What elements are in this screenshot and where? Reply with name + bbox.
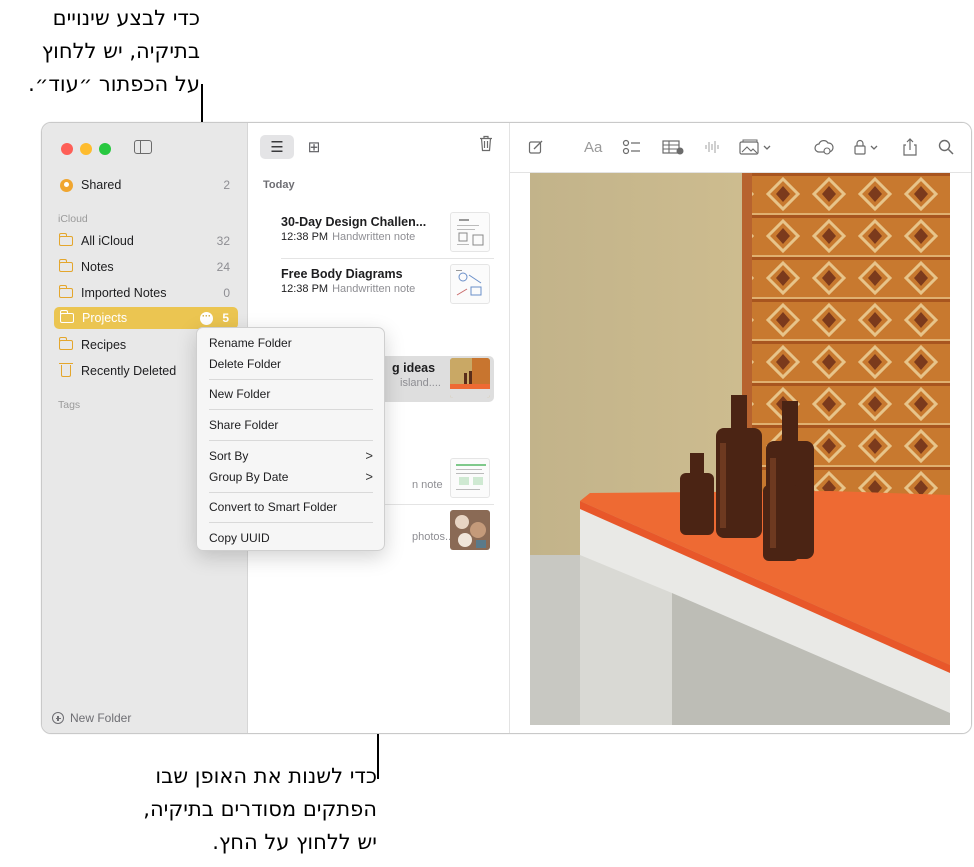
- format-icon[interactable]: Aa: [584, 137, 602, 157]
- plus-circle-icon: [52, 712, 64, 724]
- notes-window: Shared 2 iCloud All iCloud 32 Notes 24 I…: [41, 122, 972, 734]
- chevron-right-icon[interactable]: >: [365, 469, 373, 484]
- sidebar-item-count: 24: [216, 260, 230, 274]
- shared-icon: [58, 178, 74, 192]
- menu-separator: [209, 409, 373, 410]
- note-editor: Aa: [510, 123, 971, 733]
- note-meta: island....: [396, 377, 441, 389]
- sidebar-item-count: 32: [216, 234, 230, 248]
- sidebar-item-all-icloud[interactable]: All iCloud 32: [54, 230, 238, 252]
- note-divider: [281, 258, 494, 259]
- note-time: 12:38 PM: [281, 283, 329, 295]
- menu-item-rename-folder[interactable]: Rename Folder: [209, 336, 375, 352]
- audio-icon[interactable]: [704, 137, 720, 157]
- sidebar-item-label: All iCloud: [81, 234, 134, 248]
- note-time: 12:38 PM: [281, 231, 329, 243]
- list-section-today: Today: [263, 179, 295, 191]
- menu-item-sort-by[interactable]: Sort By >: [209, 448, 375, 465]
- collaborate-icon[interactable]: [814, 137, 834, 157]
- sidebar-item-projects[interactable]: Projects ··· 5: [54, 307, 238, 329]
- note-meta: 12:38 PM Handwritten note: [281, 283, 415, 295]
- new-folder-button[interactable]: New Folder: [52, 711, 131, 725]
- menu-item-delete-folder[interactable]: Delete Folder: [209, 357, 375, 373]
- menu-separator: [209, 522, 373, 523]
- gallery-view-icon[interactable]: ⊞: [302, 136, 326, 158]
- menu-item-copy-uuid[interactable]: Copy UUID: [209, 531, 375, 547]
- note-title: 30-Day Design Challen...: [281, 215, 427, 229]
- folder-icon: [58, 233, 74, 246]
- sidebar-item-shared[interactable]: Shared 2: [54, 174, 238, 196]
- sidebar-item-count: 2: [223, 178, 230, 192]
- tags-header: Tags: [58, 399, 81, 411]
- close-button[interactable]: [61, 143, 73, 155]
- sidebar-item-label: Projects: [82, 311, 128, 325]
- sidebar-toggle-icon[interactable]: [134, 140, 152, 154]
- callout-sort-arrow: כדי לשנות את האופן שבו הפתקים מסודרים בת…: [143, 764, 377, 854]
- icloud-header: iCloud: [58, 213, 88, 225]
- folder-icon: [58, 337, 74, 350]
- checklist-icon[interactable]: [622, 137, 642, 157]
- folder-icon: [58, 285, 74, 298]
- menu-separator: [209, 440, 373, 441]
- menu-item-label: Sort By: [209, 449, 249, 463]
- callout-more-button: כדי לבצע שינויים בתיקיה, יש ללחוץ על הכפ…: [28, 6, 200, 96]
- sidebar-item-imported-notes[interactable]: Imported Notes 0: [54, 282, 238, 304]
- note-title: Free Body Diagrams: [281, 267, 403, 281]
- lock-icon[interactable]: [853, 137, 883, 157]
- note-subtitle: n note: [412, 479, 443, 491]
- minimize-button[interactable]: [80, 143, 92, 155]
- sidebar-item-label: Notes: [81, 260, 114, 274]
- trash-icon: [58, 363, 74, 377]
- new-folder-label: New Folder: [70, 711, 132, 725]
- note-thumbnail: [450, 212, 490, 252]
- search-icon[interactable]: [938, 137, 954, 157]
- note-thumbnail: [450, 458, 490, 498]
- note-thumbnail: [450, 264, 490, 304]
- note-photo: [530, 173, 950, 725]
- zoom-button[interactable]: [99, 143, 111, 155]
- menu-item-share-folder[interactable]: Share Folder: [209, 418, 375, 434]
- menu-item-new-folder[interactable]: New Folder: [209, 387, 375, 403]
- sidebar-item-label: Imported Notes: [81, 286, 167, 300]
- list-view-icon[interactable]: ☰: [260, 135, 294, 159]
- more-button[interactable]: ···: [200, 311, 213, 325]
- menu-separator: [209, 379, 373, 380]
- folder-context-menu: Rename Folder Delete Folder New Folder S…: [196, 327, 385, 551]
- share-icon[interactable]: [902, 137, 918, 157]
- sidebar-item-count: 5: [222, 311, 229, 325]
- table-icon[interactable]: [662, 137, 684, 157]
- folder-icon: [58, 259, 74, 272]
- sidebar-item-label: Shared: [81, 178, 122, 192]
- note-thumbnail: [450, 358, 490, 398]
- note-thumbnail: [450, 510, 490, 550]
- menu-separator: [209, 492, 373, 493]
- chevron-right-icon[interactable]: >: [365, 448, 373, 463]
- compose-icon[interactable]: [528, 137, 544, 157]
- sidebar-item-count: 0: [223, 286, 230, 300]
- sidebar-item-label: Recipes: [81, 338, 127, 352]
- note-meta: n note: [408, 479, 443, 491]
- media-icon[interactable]: [739, 137, 773, 157]
- sidebar-item-label: Recently Deleted: [81, 364, 177, 378]
- note-meta: 12:38 PM Handwritten note: [281, 231, 415, 243]
- folder-icon: [59, 310, 75, 323]
- menu-item-convert-to-smart-folder[interactable]: Convert to Smart Folder: [209, 500, 375, 516]
- note-item[interactable]: Free Body Diagrams 12:38 PM Handwritten n…: [272, 262, 494, 308]
- note-meta: photos...: [408, 531, 454, 543]
- menu-item-group-by-date[interactable]: Group By Date >: [209, 469, 375, 486]
- note-subtitle: photos...: [412, 531, 455, 543]
- note-subtitle: Handwritten note: [332, 283, 416, 295]
- note-subtitle: island....: [400, 377, 441, 389]
- note-item[interactable]: 30-Day Design Challen... 12:38 PM Handwri…: [272, 210, 494, 256]
- delete-note-icon[interactable]: [479, 135, 493, 157]
- note-subtitle: Handwritten note: [332, 231, 416, 243]
- editor-toolbar: Aa: [510, 123, 971, 173]
- menu-item-label: Group By Date: [209, 470, 289, 484]
- sidebar-item-notes[interactable]: Notes 24: [54, 256, 238, 278]
